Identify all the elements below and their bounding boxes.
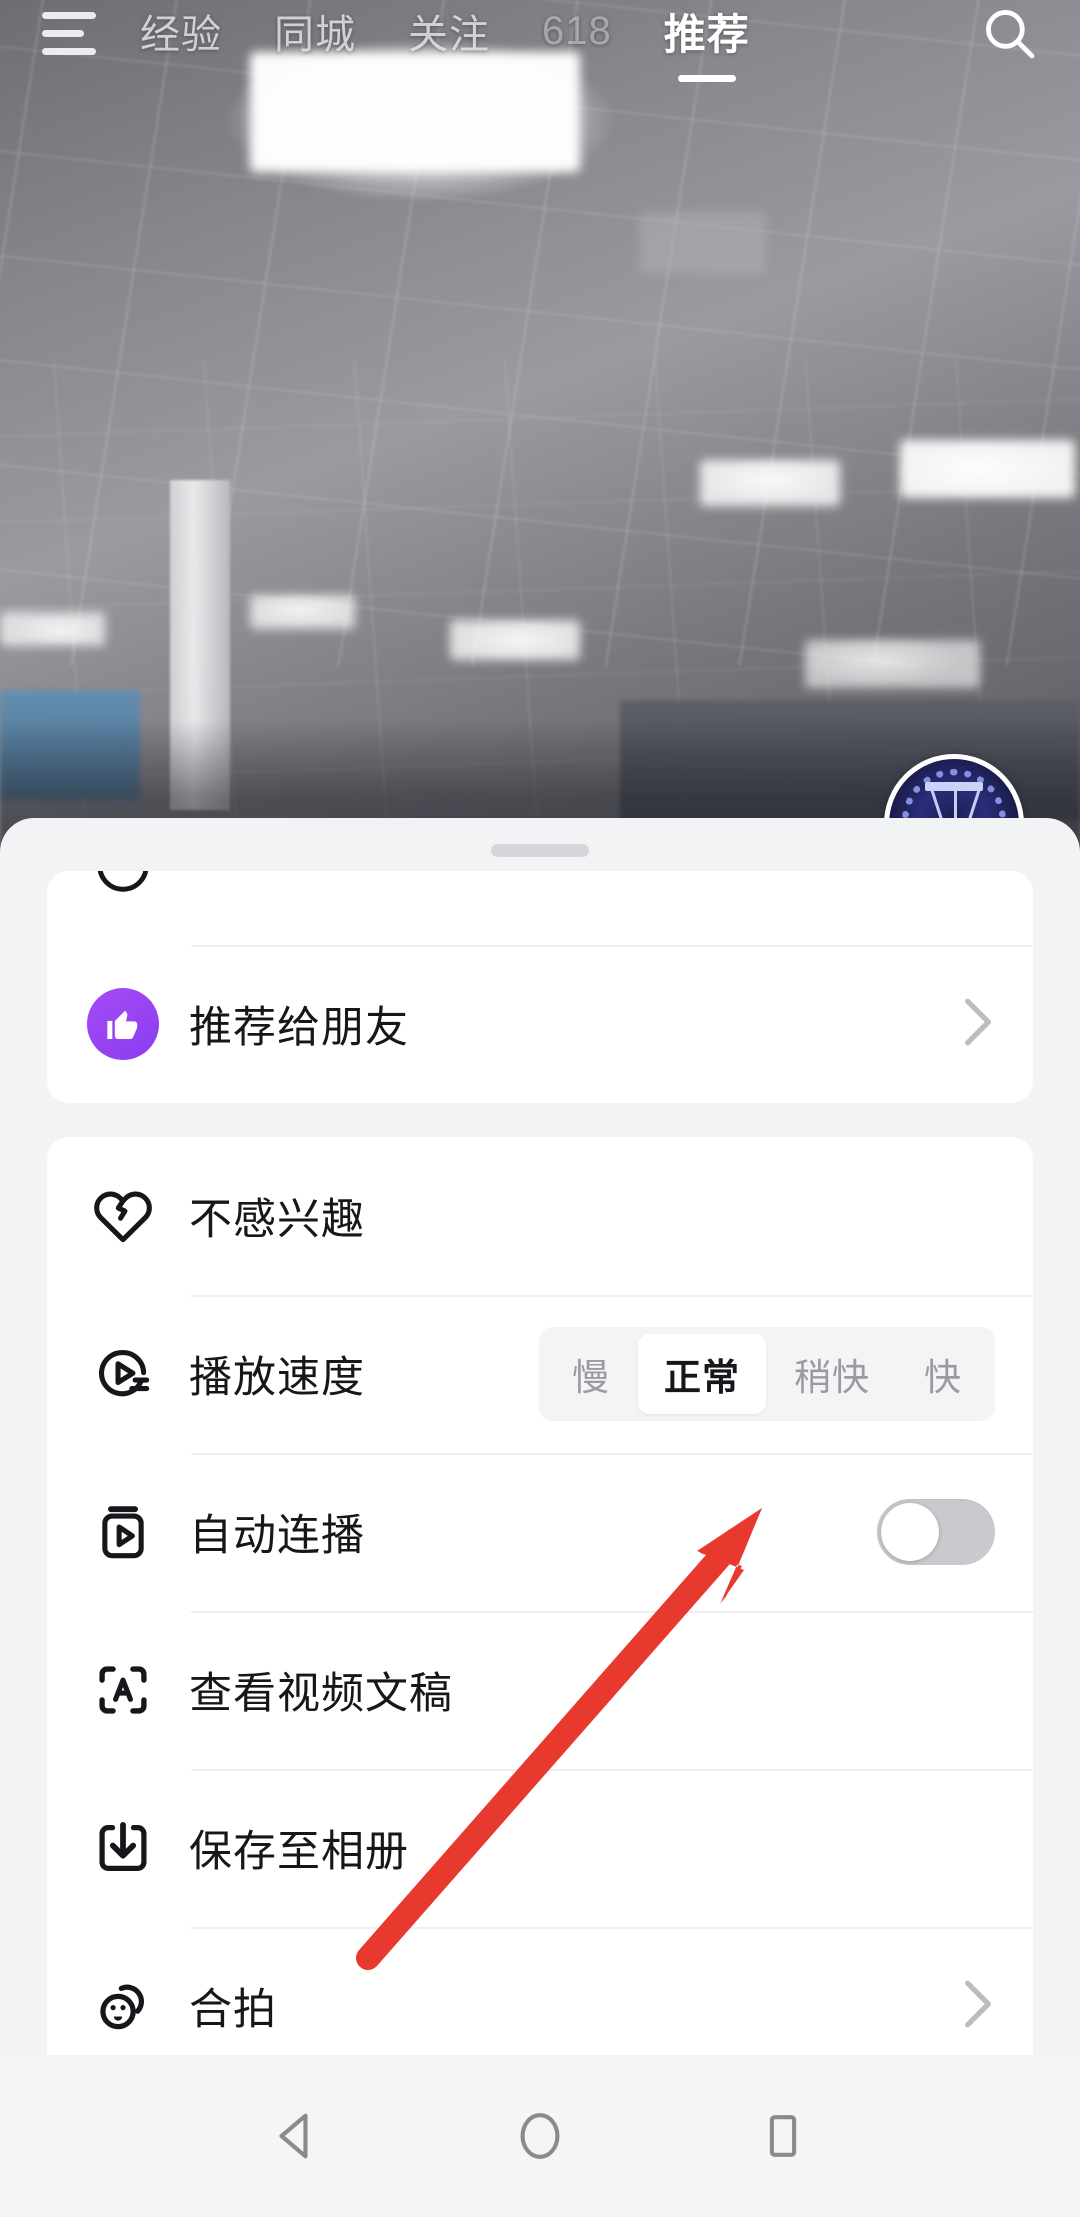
tab-label: 推荐 (663, 10, 750, 58)
ceiling-lamp (0, 612, 105, 646)
tab-tongcheng[interactable]: 同城 (274, 2, 356, 64)
partial-icon (87, 871, 159, 897)
drag-handle[interactable] (491, 844, 589, 857)
list-item-label: 推荐给朋友 (189, 1004, 409, 1052)
speed-option-slow[interactable]: 慢 (546, 1334, 636, 1414)
tab-guanzhu[interactable]: 关注 (408, 2, 490, 64)
autoplay-icon (87, 1499, 159, 1565)
air-vent (640, 212, 765, 274)
active-tab-underline (677, 74, 736, 82)
feed-tabs: 经验 同城 关注 618 推荐 (140, 1, 750, 82)
playback-speed-icon (87, 1341, 159, 1407)
tab-jingyan[interactable]: 经验 (140, 2, 222, 64)
ceiling-lamp (250, 595, 355, 629)
scan-text-icon (87, 1657, 159, 1723)
list-item-partial-above[interactable] (47, 871, 1033, 945)
list-item-label: 播放速度 (189, 1354, 365, 1402)
list-item-not-interested[interactable]: 不感兴趣 (47, 1137, 1033, 1295)
ceiling-lamp (805, 640, 980, 688)
tab-618[interactable]: 618 (542, 9, 612, 58)
list-item-view-transcript[interactable]: 查看视频文稿 (47, 1611, 1033, 1769)
hamburger-menu-icon[interactable] (42, 11, 96, 55)
thumbs-up-icon (87, 988, 159, 1060)
action-bottom-sheet: 推荐给朋友 不感兴趣 播放速度 慢 正常 稍快 快 自动连播 查看视频文稿 保存… (0, 818, 1080, 2055)
speed-option-fast[interactable]: 快 (898, 1334, 988, 1414)
autoplay-toggle[interactable] (877, 1499, 995, 1565)
ceiling-lamp (450, 620, 580, 660)
list-item-label: 不感兴趣 (189, 1196, 365, 1244)
tab-label: 关注 (408, 13, 490, 57)
speed-option-faster[interactable]: 稍快 (768, 1334, 896, 1414)
toggle-knob (881, 1503, 939, 1561)
list-item-recommend-to-friends[interactable]: 推荐给朋友 (47, 945, 1033, 1103)
chevron-right-icon (961, 996, 995, 1053)
ferris-wheel-top-bar (925, 782, 983, 792)
list-item-label: 查看视频文稿 (189, 1670, 453, 1718)
chevron-right-icon (961, 1978, 995, 2035)
tab-tuijian[interactable]: 推荐 (663, 1, 750, 82)
tab-label: 618 (542, 8, 612, 53)
top-navigation-bar: 经验 同城 关注 618 推荐 (0, 0, 1080, 82)
playback-speed-segmented-control: 慢 正常 稍快 快 (539, 1327, 995, 1421)
ceiling-lamp (250, 52, 580, 172)
list-item-autoplay[interactable]: 自动连播 (47, 1453, 1033, 1611)
download-icon (87, 1815, 159, 1881)
list-item-playback-speed[interactable]: 播放速度 慢 正常 稍快 快 (47, 1295, 1033, 1453)
options-card: 不感兴趣 播放速度 慢 正常 稍快 快 自动连播 查看视频文稿 保存至相册 合拍 (47, 1137, 1033, 2055)
android-navigation-bar (0, 2055, 1080, 2217)
tab-label: 经验 (140, 13, 222, 57)
back-button[interactable] (268, 2107, 326, 2165)
broken-heart-icon (87, 1183, 159, 1249)
list-item-label: 自动连播 (189, 1512, 365, 1560)
tab-label: 同城 (274, 13, 356, 57)
list-item-label: 合拍 (189, 1986, 277, 2034)
share-card: 推荐给朋友 (47, 871, 1033, 1103)
list-item-save-to-album[interactable]: 保存至相册 (47, 1769, 1033, 1927)
ceiling-lamp (900, 440, 1075, 498)
home-button[interactable] (511, 2107, 569, 2165)
ceiling-lamp (700, 460, 840, 506)
list-item-label: 保存至相册 (189, 1828, 409, 1876)
recents-button[interactable] (754, 2107, 812, 2165)
search-icon[interactable] (980, 4, 1038, 62)
speed-option-normal[interactable]: 正常 (638, 1334, 766, 1414)
duet-faces-icon (87, 1973, 159, 2039)
list-item-duet[interactable]: 合拍 (47, 1927, 1033, 2055)
